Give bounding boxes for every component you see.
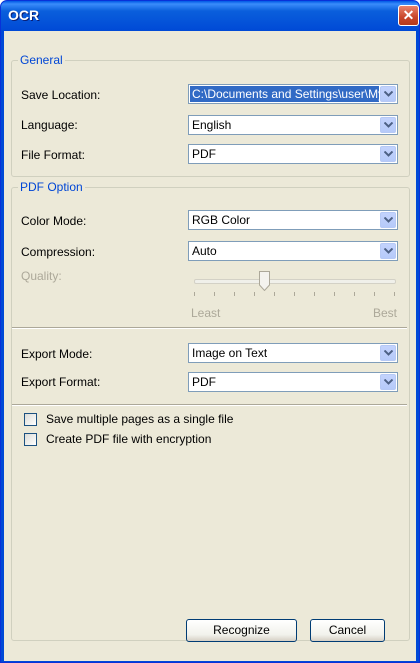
file-format-select[interactable]: PDF	[188, 144, 398, 164]
quality-slider-tick	[254, 292, 255, 296]
quality-slider-tick	[294, 292, 295, 296]
compression-dropdown-button[interactable]	[380, 243, 396, 259]
chevron-down-icon	[384, 151, 393, 157]
language-label: Language:	[21, 118, 78, 132]
chevron-down-icon	[384, 122, 393, 128]
chevron-down-icon	[384, 217, 393, 223]
quality-slider-tick	[374, 292, 375, 296]
language-select[interactable]: English	[188, 115, 398, 135]
export-mode-value: Image on Text	[192, 346, 268, 360]
quality-slider-tick	[354, 292, 355, 296]
compression-value: Auto	[192, 244, 217, 258]
quality-slider-thumb[interactable]	[259, 271, 270, 292]
save-multiple-pages-checkbox[interactable]	[24, 413, 37, 426]
export-format-label: Export Format:	[21, 375, 101, 389]
section-divider	[12, 327, 407, 329]
file-format-dropdown-button[interactable]	[380, 146, 396, 162]
ocr-dialog-window: OCR ✕ General Save Location: C:\Document…	[0, 0, 420, 663]
pdf-option-legend: PDF Option	[18, 180, 85, 194]
export-mode-label: Export Mode:	[21, 347, 93, 361]
close-button[interactable]: ✕	[398, 5, 419, 26]
file-format-value: PDF	[192, 147, 216, 161]
export-mode-select[interactable]: Image on Text	[188, 343, 398, 363]
quality-max-label: Best	[373, 306, 398, 320]
save-location-dropdown-button[interactable]	[380, 86, 396, 102]
quality-slider-tick	[314, 292, 315, 296]
title-bar[interactable]: OCR ✕	[1, 1, 419, 31]
dialog-body: General Save Location: C:\Documents and …	[4, 31, 416, 661]
quality-min-label: Least	[191, 306, 221, 320]
slider-thumb-icon	[259, 271, 270, 292]
color-mode-label: Color Mode:	[21, 214, 87, 228]
quality-slider-tick	[274, 292, 275, 296]
chevron-down-icon	[384, 248, 393, 254]
compression-label: Compression:	[21, 245, 96, 259]
export-mode-dropdown-button[interactable]	[380, 345, 396, 361]
quality-slider-tick	[194, 292, 195, 296]
export-format-dropdown-button[interactable]	[380, 374, 396, 390]
color-mode-value: RGB Color	[192, 213, 251, 227]
close-icon: ✕	[402, 7, 415, 23]
pdf-encryption-checkbox[interactable]	[24, 433, 37, 446]
file-format-label: File Format:	[21, 148, 86, 162]
compression-select[interactable]: Auto	[188, 241, 398, 261]
language-dropdown-button[interactable]	[380, 117, 396, 133]
save-location-select[interactable]: C:\Documents and Settings\user\My Do	[188, 84, 398, 104]
cancel-button[interactable]: Cancel	[310, 619, 385, 642]
window-title: OCR	[8, 7, 40, 23]
save-location-value: C:\Documents and Settings\user\My Do	[190, 86, 379, 102]
color-mode-dropdown-button[interactable]	[380, 212, 396, 228]
save-multiple-pages-label[interactable]: Save multiple pages as a single file	[46, 412, 233, 426]
quality-slider-tick	[334, 292, 335, 296]
general-legend: General	[18, 53, 65, 67]
color-mode-select[interactable]: RGB Color	[188, 210, 398, 230]
chevron-down-icon	[384, 91, 393, 97]
recognize-button[interactable]: Recognize	[186, 619, 297, 642]
chevron-down-icon	[384, 350, 393, 356]
language-value: English	[192, 118, 232, 132]
chevron-down-icon	[384, 379, 393, 385]
quality-slider-tick	[214, 292, 215, 296]
quality-slider-tick	[234, 292, 235, 296]
quality-slider-tick	[394, 292, 395, 296]
quality-slider-track	[194, 279, 396, 284]
section-divider	[12, 404, 407, 406]
pdf-encryption-label[interactable]: Create PDF file with encryption	[46, 432, 211, 446]
save-location-label: Save Location:	[21, 88, 101, 102]
export-format-select[interactable]: PDF	[188, 372, 398, 392]
quality-label: Quality:	[21, 269, 62, 283]
export-format-value: PDF	[192, 375, 216, 389]
